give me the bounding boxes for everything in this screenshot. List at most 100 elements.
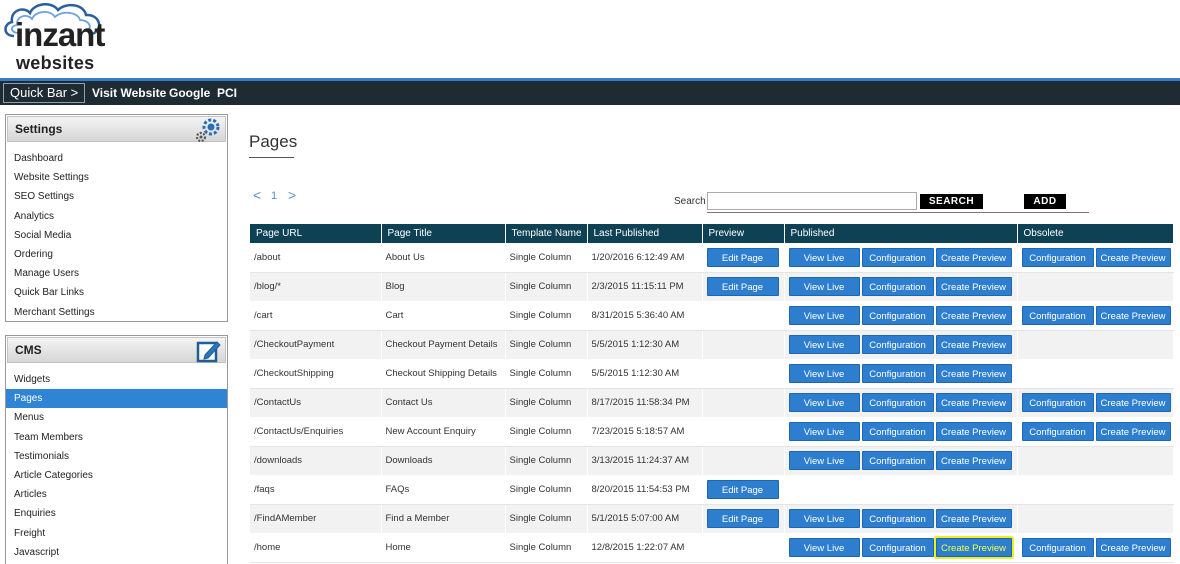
obsolete-configuration-button[interactable]: Configuration bbox=[1021, 538, 1094, 557]
toolbar-divider bbox=[707, 212, 1089, 213]
view-live-button[interactable]: View Live bbox=[788, 393, 860, 412]
view-live-button[interactable]: View Live bbox=[788, 509, 860, 528]
page-title-cell: New Account Enquiry bbox=[385, 426, 476, 437]
edit-icon[interactable] bbox=[196, 338, 222, 369]
obsolete-create-preview-button[interactable]: Create Preview bbox=[1095, 538, 1171, 557]
published-configuration-button[interactable]: Configuration bbox=[861, 538, 934, 557]
quick-link-visit-website[interactable]: Visit Website bbox=[92, 85, 166, 101]
sidebar-item-seo-settings[interactable]: SEO Settings bbox=[6, 187, 227, 206]
header-preview: Preview bbox=[702, 224, 785, 243]
view-live-button[interactable]: View Live bbox=[788, 422, 860, 441]
cell-published: View Live Configuration Create Preview bbox=[784, 330, 1018, 360]
sidebar-item-enquiries[interactable]: Enquiries bbox=[6, 504, 227, 523]
published-configuration-button[interactable]: Configuration bbox=[861, 247, 934, 267]
view-live-button[interactable]: View Live bbox=[788, 538, 860, 557]
sidebar-item-merchant-settings[interactable]: Merchant Settings bbox=[6, 303, 227, 322]
table-row: /home Home Single Column 12/8/2015 1:22:07 … bbox=[250, 533, 1174, 563]
create-preview-button[interactable]: Create Preview bbox=[935, 422, 1012, 441]
cell-page-title: Blog bbox=[381, 272, 506, 302]
create-preview-button[interactable]: Create Preview bbox=[935, 247, 1012, 267]
edit-page-button[interactable]: Edit Page bbox=[706, 480, 779, 499]
published-configuration-button[interactable]: Configuration bbox=[861, 335, 934, 354]
sidebar-item-manage-users[interactable]: Manage Users bbox=[6, 264, 227, 283]
sidebar-item-testimonials[interactable]: Testimonials bbox=[6, 447, 227, 466]
published-configuration-button[interactable]: Configuration bbox=[861, 277, 934, 296]
search-input[interactable] bbox=[707, 192, 917, 210]
create-preview-button[interactable]: Create Preview bbox=[935, 451, 1012, 470]
view-live-button[interactable]: View Live bbox=[788, 335, 860, 354]
published-configuration-button[interactable]: Configuration bbox=[861, 451, 934, 470]
obsolete-configuration-button[interactable]: Configuration bbox=[1021, 422, 1094, 441]
edit-page-button[interactable]: Edit Page bbox=[706, 277, 779, 296]
cell-published bbox=[784, 475, 1018, 505]
table-row: /faqs FAQs Single Column 8/20/2015 11:54:53… bbox=[250, 475, 1174, 505]
published-configuration-button[interactable]: Configuration bbox=[861, 393, 934, 412]
view-live-button[interactable]: View Live bbox=[788, 306, 860, 325]
view-live-button[interactable]: View Live bbox=[788, 247, 860, 267]
edit-page-button[interactable]: Edit Page bbox=[706, 509, 779, 528]
header-page-url[interactable]: Page URL bbox=[250, 224, 382, 243]
page-url: /FindAMember bbox=[254, 513, 317, 524]
obsolete-configuration-button[interactable]: Configuration bbox=[1021, 306, 1094, 325]
obsolete-configuration-button[interactable]: Configuration bbox=[1021, 393, 1094, 412]
create-preview-button[interactable]: Create Preview bbox=[935, 335, 1012, 354]
cell-page-title: Checkout Payment Details bbox=[381, 330, 506, 360]
create-preview-button[interactable]: Create Preview bbox=[935, 509, 1012, 528]
sidebar-item-javascript[interactable]: Javascript bbox=[6, 543, 227, 562]
add-button[interactable]: ADD bbox=[1024, 194, 1066, 209]
quick-bar-label[interactable]: Quick Bar > bbox=[3, 83, 86, 103]
view-live-button[interactable]: View Live bbox=[788, 364, 860, 383]
obsolete-create-preview-button[interactable]: Create Preview bbox=[1095, 393, 1171, 412]
header-page-title[interactable]: Page Title bbox=[381, 224, 506, 243]
sidebar-item-pages[interactable]: Pages bbox=[6, 389, 227, 409]
obsolete-create-preview-button[interactable]: Create Preview bbox=[1095, 306, 1171, 325]
published-configuration-button[interactable]: Configuration bbox=[861, 422, 934, 441]
search-button[interactable]: SEARCH bbox=[920, 194, 983, 209]
sidebar-item-social-media[interactable]: Social Media bbox=[6, 226, 227, 245]
inzant-logo[interactable]: inzant websites bbox=[0, 0, 130, 78]
create-preview-button[interactable]: Create Preview bbox=[935, 277, 1012, 296]
sidebar-item-article-categories[interactable]: Article Categories bbox=[6, 466, 227, 485]
cell-preview bbox=[702, 301, 785, 331]
cell-last-published: 12/8/2015 1:22:07 AM bbox=[587, 533, 703, 563]
published-configuration-button[interactable]: Configuration bbox=[861, 509, 934, 528]
sidebar-item-freight[interactable]: Freight bbox=[6, 524, 227, 543]
sidebar-item-ordering[interactable]: Ordering bbox=[6, 245, 227, 264]
sidebar-item-menus[interactable]: Menus bbox=[6, 408, 227, 427]
pager-prev-icon[interactable]: < bbox=[253, 187, 261, 203]
gears-icon[interactable] bbox=[194, 117, 222, 148]
sidebar-item-team-members[interactable]: Team Members bbox=[6, 428, 227, 447]
create-preview-button[interactable]: Create Preview bbox=[935, 393, 1012, 412]
view-live-button[interactable]: View Live bbox=[788, 277, 860, 296]
quick-link-google[interactable]: Google bbox=[169, 85, 210, 101]
cell-obsolete: Configuration Create Preview bbox=[1017, 301, 1174, 331]
create-preview-button[interactable]: Create Preview bbox=[935, 306, 1012, 325]
sidebar-item-quick-bar-links[interactable]: Quick Bar Links bbox=[6, 283, 227, 302]
view-live-button[interactable]: View Live bbox=[788, 451, 860, 470]
published-configuration-button[interactable]: Configuration bbox=[861, 306, 934, 325]
obsolete-create-preview-button[interactable]: Create Preview bbox=[1095, 247, 1171, 267]
pages-table-body: /about About Us Single Column 1/20/2016 6:1… bbox=[250, 243, 1174, 563]
obsolete-create-preview-button[interactable]: Create Preview bbox=[1095, 422, 1171, 441]
table-row: /ContactUs Contact Us Single Column 8/17/20… bbox=[250, 388, 1174, 418]
cell-last-published: 5/1/2015 5:07:00 AM bbox=[587, 504, 703, 534]
sidebar-item-dashboard[interactable]: Dashboard bbox=[6, 149, 227, 168]
sidebar-item-widgets[interactable]: Widgets bbox=[6, 370, 227, 389]
published-configuration-button[interactable]: Configuration bbox=[861, 364, 934, 383]
obsolete-configuration-button[interactable]: Configuration bbox=[1021, 247, 1094, 267]
sidebar-item-articles[interactable]: Articles bbox=[6, 485, 227, 504]
quick-link-pci[interactable]: PCI bbox=[217, 85, 237, 101]
sidebar-item-website-settings[interactable]: Website Settings bbox=[6, 168, 227, 187]
header-template-name[interactable]: Template Name bbox=[505, 224, 588, 243]
pager-page-number[interactable]: 1 bbox=[271, 190, 277, 202]
page-title-cell: Blog bbox=[385, 281, 405, 292]
create-preview-button[interactable]: Create Preview bbox=[935, 364, 1012, 383]
pager-next-icon[interactable]: > bbox=[288, 187, 296, 203]
cell-page-title: New Account Enquiry bbox=[381, 417, 506, 447]
edit-page-button[interactable]: Edit Page bbox=[706, 247, 779, 267]
header-last-published[interactable]: Last Published bbox=[587, 224, 703, 243]
last-published: 5/5/2015 1:12:30 AM bbox=[591, 368, 680, 379]
sidebar-item-analytics[interactable]: Analytics bbox=[6, 207, 227, 226]
cell-template-name: Single Column bbox=[505, 272, 588, 302]
create-preview-button[interactable]: Create Preview bbox=[935, 538, 1012, 557]
